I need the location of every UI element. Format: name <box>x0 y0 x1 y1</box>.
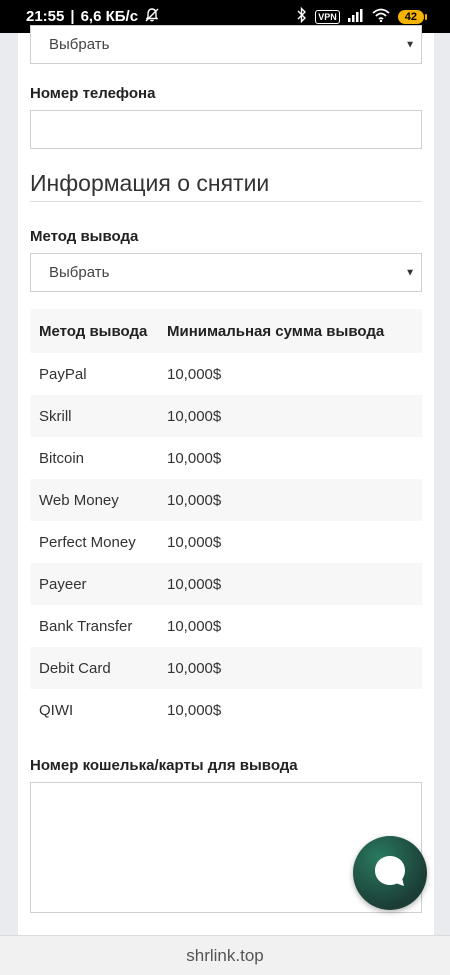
chat-bubble-icon <box>372 853 408 894</box>
row-min-amount: 10,000$ <box>167 701 222 719</box>
table-row: Payeer 10,000$ <box>30 563 422 605</box>
row-min-amount: 10,000$ <box>167 407 222 425</box>
section-divider <box>30 201 422 202</box>
method-select-value: Выбрать <box>49 264 110 281</box>
bluetooth-icon <box>297 6 307 27</box>
notifications-muted-icon <box>144 7 160 27</box>
phone-input[interactable] <box>30 110 422 149</box>
row-min-amount: 10,000$ <box>167 449 222 467</box>
vpn-badge: VPN <box>315 9 340 24</box>
row-method: Skrill <box>39 407 72 425</box>
table-row: Bitcoin 10,000$ <box>30 437 422 479</box>
row-method: Perfect Money <box>39 533 136 551</box>
row-min-amount: 10,000$ <box>167 365 222 383</box>
country-select-value: Выбрать <box>49 36 110 53</box>
chevron-down-icon: ▼ <box>405 267 415 278</box>
form-card: Выбрать ▼ Номер телефона Информация о сн… <box>18 25 434 935</box>
row-min-amount: 10,000$ <box>167 617 222 635</box>
row-method: QIWI <box>39 701 74 719</box>
wallet-label: Номер кошелька/карты для вывода <box>30 757 298 774</box>
country-select[interactable]: Выбрать ▼ <box>30 25 422 64</box>
network-speed: 6,6 КБ/с <box>80 8 139 25</box>
table-row: Web Money 10,000$ <box>30 479 422 521</box>
method-select[interactable]: Выбрать ▼ <box>30 253 422 292</box>
phone-label: Номер телефона <box>30 85 156 102</box>
url-text: shrlink.top <box>186 945 264 965</box>
row-min-amount: 10,000$ <box>167 575 222 593</box>
row-method: Payeer <box>39 575 87 593</box>
table-row: Perfect Money 10,000$ <box>30 521 422 563</box>
row-min-amount: 10,000$ <box>167 659 222 677</box>
row-method: Debit Card <box>39 659 111 677</box>
row-method: PayPal <box>39 365 87 383</box>
table-header: Метод вывода Минимальная сумма вывода <box>30 309 422 353</box>
battery-indicator: 42 <box>397 9 428 24</box>
header-method: Метод вывода <box>39 322 148 340</box>
clock: 21:55 <box>26 8 65 25</box>
table-row: QIWI 10,000$ <box>30 689 422 731</box>
row-method: Bitcoin <box>39 449 85 467</box>
withdrawal-methods-table: Метод вывода Минимальная сумма вывода Pa… <box>30 309 422 731</box>
table-row: PayPal 10,000$ <box>30 353 422 395</box>
chevron-down-icon: ▼ <box>405 39 415 50</box>
header-min-amount: Минимальная сумма вывода <box>167 322 385 340</box>
browser-url-bar[interactable]: shrlink.top <box>0 935 450 975</box>
row-min-amount: 10,000$ <box>167 533 222 551</box>
row-method: Bank Transfer <box>39 617 133 635</box>
wifi-icon <box>372 8 390 26</box>
row-min-amount: 10,000$ <box>167 491 222 509</box>
chat-button[interactable] <box>353 836 427 910</box>
section-title: Информация о снятии <box>30 170 270 196</box>
table-row: Skrill 10,000$ <box>30 395 422 437</box>
table-row: Debit Card 10,000$ <box>30 647 422 689</box>
signal-icon <box>347 8 364 26</box>
row-method: Web Money <box>39 491 119 509</box>
table-row: Bank Transfer 10,000$ <box>30 605 422 647</box>
method-label: Метод вывода <box>30 228 139 245</box>
